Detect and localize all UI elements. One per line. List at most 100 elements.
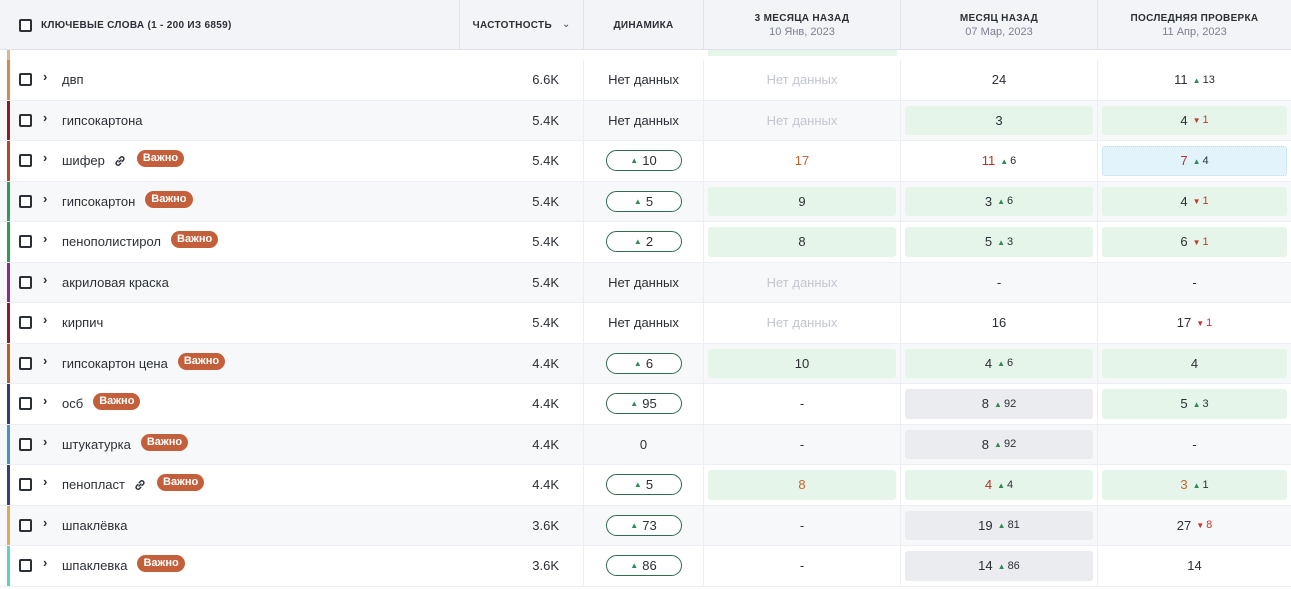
keyword-cell[interactable]: шпаклёвка [62,506,127,546]
row-checkbox[interactable] [19,478,32,491]
row-checkbox[interactable] [19,437,32,451]
cell-month-ago[interactable]: 19 ▲ 81 [901,505,1098,545]
cell-last-check[interactable]: 5 ▲ 3 [1098,384,1291,424]
dynamics-pill[interactable]: ▲ 73 [605,514,682,536]
cell-month-ago[interactable]: 14 ▲ 86 [901,546,1098,586]
dynamics-cell[interactable]: ▲ 10 [584,141,704,181]
dynamics-cell[interactable]: 0 [584,424,704,464]
cell-month-ago[interactable]: - [901,262,1098,302]
row-checkbox[interactable] [19,316,32,329]
keyword-text[interactable]: гипсокартон [62,194,135,209]
cell-last-check[interactable]: 27 ▼ 8 [1098,506,1291,546]
cell-3-months-ago[interactable]: Нет данных [704,60,901,100]
keyword-text[interactable]: двп [62,72,84,87]
cell-3-months-ago[interactable]: 9 [704,181,901,221]
dynamics-pill[interactable]: ▲ 5 [605,190,682,212]
table-row[interactable]: › акриловая краска 5.4K Нет данных Нет данны… [0,262,1291,303]
keyword-cell[interactable]: шпаклевка Важно [62,546,185,586]
row-checkbox[interactable] [19,113,32,127]
dynamics-cell[interactable]: ▲ 5 [584,181,704,221]
cell-3-months-ago[interactable]: - [704,546,901,586]
expand-chevron-icon[interactable]: › [43,393,47,408]
keyword-text[interactable]: осб [62,396,83,411]
keyword-text[interactable]: пенопласт [62,477,125,492]
cell-last-check[interactable]: 4 [1098,344,1291,384]
cell-last-check[interactable]: - [1098,263,1291,303]
header-dynamics[interactable]: ДИНАМИКА [584,0,704,50]
cell-last-check[interactable]: 3 ▲ 1 [1098,465,1291,505]
row-checkbox[interactable] [19,275,32,289]
important-badge[interactable]: Важно [140,433,189,451]
cell-last-check[interactable]: 6 ▼ 1 [1098,222,1291,262]
row-checkbox[interactable] [19,559,32,572]
cell-month-ago[interactable]: 3 ▲ 6 [901,181,1098,221]
cell-3-months-ago[interactable]: 10 [704,343,901,383]
cell-3-months-ago[interactable]: - [704,505,901,545]
table-row[interactable]: › пенополистирол Важно 5.4K ▲ 2 8 5 ▲ 3 6 ▼ 1 [0,222,1291,263]
keyword-text[interactable]: гипсокартона [62,113,143,128]
expand-chevron-icon[interactable]: › [43,474,47,489]
table-row[interactable]: › гипсокартона 5.4K Нет данных Нет данных 3 4 ▼… [0,100,1291,141]
dynamics-pill[interactable]: ▲ 5 [605,474,682,496]
cell-month-ago[interactable]: 8 ▲ 92 [901,384,1098,424]
keyword-cell[interactable]: гипсокартона [62,101,143,141]
expand-chevron-icon[interactable]: › [43,191,47,206]
cell-month-ago[interactable]: 3 [901,100,1098,140]
cell-3-months-ago[interactable]: 8 [704,465,901,505]
header-3-months-ago[interactable]: 3 МЕСЯЦА НАЗАД 10 Янв, 2023 [704,0,901,50]
dynamics-pill[interactable]: ▲ 2 [605,231,682,253]
table-row[interactable]: › пенопласт Важно 4.4K ▲ 5 8 4 ▲ 4 3 ▲ 1 [0,465,1291,506]
table-row[interactable]: › шпаклёвка 3.6K ▲ 73-19 ▲ 81 27 ▼ 8 [0,505,1291,546]
header-last-check[interactable]: ПОСЛЕДНЯЯ ПРОВЕРКА 11 Апр, 2023 [1098,0,1291,50]
row-checkbox[interactable] [19,154,32,167]
table-row[interactable]: › осб Важно 4.4K ▲ 95-8 ▲ 92 5 ▲ 3 [0,384,1291,425]
cell-last-check[interactable]: 7 ▲ 4 [1098,141,1291,181]
expand-chevron-icon[interactable]: › [43,555,47,570]
header-month-ago[interactable]: МЕСЯЦ НАЗАД 07 Мар, 2023 [901,0,1098,50]
dynamics-cell[interactable]: Нет данных [584,100,704,140]
expand-chevron-icon[interactable]: › [43,110,47,125]
table-row[interactable]: › шифер Важно 5.4K ▲ 10 17 11 ▲ 6 7 ▲ 4 [0,141,1291,182]
dynamics-cell[interactable]: ▲ 6 [584,343,704,383]
cell-3-months-ago[interactable]: Нет данных [704,100,901,140]
dynamics-cell[interactable]: Нет данных [584,60,704,100]
expand-chevron-icon[interactable]: › [43,515,47,530]
keyword-cell[interactable]: пенополистирол Важно [62,222,219,262]
cell-last-check[interactable]: - [1098,425,1291,465]
important-badge[interactable]: Важно [136,150,185,168]
cell-3-months-ago[interactable]: - [704,424,901,464]
expand-chevron-icon[interactable]: › [43,312,47,327]
table-row[interactable]: › двп 6.6K Нет данных Нет данных 24 11 ▲ 13 [0,60,1291,101]
dynamics-cell[interactable]: ▲ 73 [584,505,704,545]
dynamics-cell[interactable]: ▲ 95 [584,384,704,424]
cell-month-ago[interactable]: 16 [901,303,1098,343]
expand-chevron-icon[interactable]: › [43,353,47,368]
dynamics-pill[interactable]: ▲ 6 [605,352,682,374]
keyword-cell[interactable]: кирпич [62,303,103,343]
cell-month-ago[interactable]: 4 ▲ 6 [901,343,1098,383]
link-icon[interactable] [113,154,127,168]
keyword-text[interactable]: шифер [62,153,105,168]
cell-last-check[interactable]: 11 ▲ 13 [1098,60,1291,100]
cell-3-months-ago[interactable]: - [704,384,901,424]
row-checkbox[interactable] [19,518,32,532]
keyword-text[interactable]: штукатурка [62,437,131,452]
cell-last-check[interactable]: 17 ▼ 1 [1098,303,1291,343]
table-row[interactable]: › шпаклевка Важно 3.6K ▲ 86-14 ▲ 86 14 [0,546,1291,587]
dynamics-pill[interactable]: ▲ 95 [605,393,682,415]
dynamics-pill[interactable]: ▲ 86 [605,555,682,577]
row-checkbox[interactable] [19,194,32,208]
dynamics-cell[interactable]: ▲ 86 [584,546,704,586]
keyword-cell[interactable]: штукатурка Важно [62,425,189,465]
table-row[interactable]: › кирпич 5.4K Нет данных Нет данных 16 17 ▼ 1 [0,303,1291,344]
row-checkbox[interactable] [19,235,32,248]
keyword-cell[interactable]: пенопласт Важно [62,465,205,505]
dynamics-cell[interactable]: ▲ 2 [584,222,704,262]
cell-3-months-ago[interactable]: 17 [704,141,901,181]
keyword-cell[interactable]: гипсокартон Важно [62,182,193,222]
important-badge[interactable]: Важно [145,190,193,208]
keyword-text[interactable]: шпаклевка [62,558,127,573]
chevron-down-icon[interactable]: ⌄ [562,19,570,30]
important-badge[interactable]: Важно [177,352,226,370]
keyword-cell[interactable]: акриловая краска [62,263,169,303]
